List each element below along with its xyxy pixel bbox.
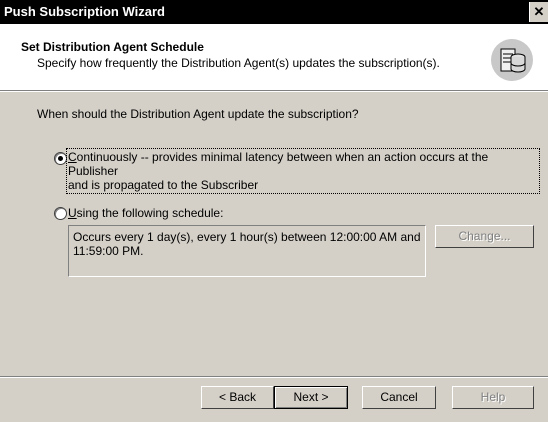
close-button[interactable]: ✕: [529, 2, 548, 22]
change-button[interactable]: Change...: [435, 225, 534, 248]
footer-separator-highlight: [0, 377, 548, 378]
schedule-radio[interactable]: [54, 207, 67, 220]
help-button[interactable]: Help: [452, 386, 534, 409]
continuously-option-label[interactable]: Continuously -- provides minimal latency…: [66, 148, 540, 194]
schedule-question: When should the Distribution Agent updat…: [37, 107, 359, 121]
option-text: ontinuously -- provides minimal latency …: [68, 150, 489, 178]
page-title: Set Distribution Agent Schedule: [21, 40, 204, 54]
radio-selected-dot: [58, 156, 63, 161]
page-subtitle: Specify how frequently the Distribution …: [37, 56, 440, 70]
option-text-line2: and is propagated to the Subscriber: [68, 178, 259, 192]
next-label: Next >: [293, 390, 329, 404]
continuously-radio[interactable]: [54, 152, 67, 165]
option-text: sing the following schedule:: [76, 206, 224, 220]
database-server-icon: [491, 39, 533, 81]
title-bar: Push Subscription Wizard ✕: [0, 0, 548, 24]
back-label: < Back: [218, 390, 257, 404]
window-title: Push Subscription Wizard: [4, 4, 165, 19]
cancel-label: Cancel: [380, 390, 418, 404]
back-button[interactable]: < Back: [201, 386, 274, 409]
schedule-option-label[interactable]: Using the following schedule:: [68, 206, 223, 220]
mnemonic-u: U: [68, 206, 77, 220]
cancel-button[interactable]: Cancel: [362, 386, 436, 409]
schedule-description: Occurs every 1 day(s), every 1 hour(s) b…: [68, 225, 426, 277]
header-separator: [0, 91, 548, 92]
close-icon: ✕: [533, 4, 545, 19]
next-button[interactable]: Next >: [274, 386, 348, 409]
help-label: Help: [480, 390, 506, 404]
mnemonic-c: C: [68, 150, 77, 164]
wizard-header: Set Distribution Agent Schedule Specify …: [0, 24, 548, 91]
